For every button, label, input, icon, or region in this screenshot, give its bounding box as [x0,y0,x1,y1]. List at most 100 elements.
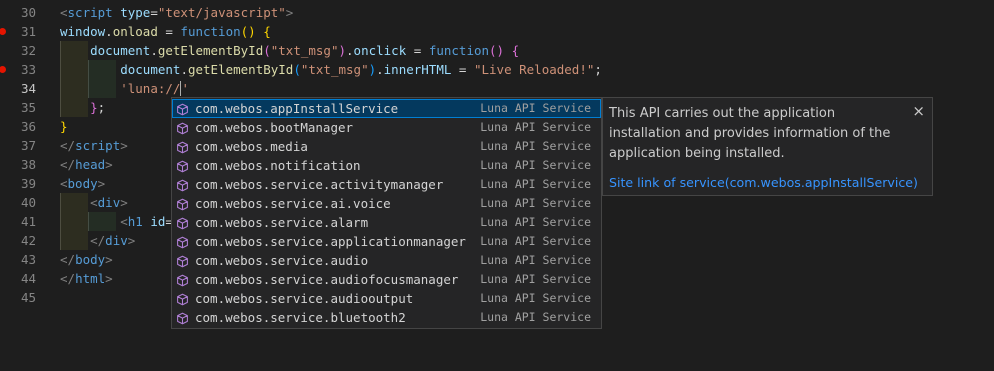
code-text: document.getElementById("txt_msg").inner… [60,60,602,79]
cube-icon [176,197,189,211]
code-token: > [105,271,113,286]
cube-icon [176,140,189,154]
code-line[interactable]: 30 <script type="text/javascript"> [0,3,994,22]
suggestion-detail: Luna API Service [480,120,591,134]
service-site-link[interactable]: Site link of service(com.webos.appInstal… [609,175,918,190]
code-token: > [120,195,128,210]
code-token: ; [594,62,602,77]
code-token: ) [368,62,377,77]
close-icon[interactable]: × [912,102,925,120]
cube-icon [176,216,189,230]
api-description: This API carries out the application ins… [609,106,891,161]
code-token: h1 [127,214,143,229]
code-token: </ [60,252,76,267]
suggestion-detail: Luna API Service [480,101,591,115]
code-text: window.onload = function() { [60,22,271,41]
suggestion-label: com.webos.service.activitymanager [195,177,444,192]
code-token: } [90,100,98,115]
code-text: </div> [60,231,135,250]
code-token: > [285,5,294,20]
code-token: . [150,43,158,58]
suggestion-details-panel: This API carries out the application ins… [602,97,933,196]
code-token: body [75,252,106,267]
code-line[interactable]: 32 document.getElementById("txt_msg").on… [0,41,994,60]
code-token: } [60,119,68,134]
suggestion-label: com.webos.appInstallService [195,101,399,116]
code-token: 'luna:// [120,81,181,96]
line-number: 39 [20,176,36,191]
suggestion-label: com.webos.service.audio [195,253,369,268]
suggestion-item[interactable]: com.webos.service.activitymanager Luna AP… [172,175,601,194]
suggestion-detail: Luna API Service [480,253,591,267]
line-number: 44 [20,271,36,286]
code-token: </ [60,157,76,172]
code-token: getElementById [187,62,294,77]
code-line[interactable]: 31 window.onload = function() { [0,22,994,41]
cube-icon [176,311,189,325]
code-token: . [180,62,188,77]
line-number: 43 [20,252,36,267]
code-text: </script> [60,136,128,155]
code-token: ( [293,62,301,77]
code-token: . [376,62,384,77]
code-token: > [97,176,106,191]
code-token: head [75,157,106,172]
suggestion-item[interactable]: com.webos.bootManager Luna API Service [172,118,601,137]
suggestion-item[interactable]: com.webos.service.audio Luna API Service [172,251,601,270]
line-number: 34 [20,81,36,96]
suggestion-label: com.webos.service.bluetooth2 [195,310,406,325]
suggestion-item[interactable]: com.webos.media Luna API Service [172,137,601,156]
suggestion-label: com.webos.notification [195,158,361,173]
code-token: < [120,214,128,229]
line-number: 36 [20,119,36,134]
code-token: "txt_msg" [270,43,339,58]
line-number: 41 [20,214,36,229]
code-token: ) [338,43,347,58]
code-token: "txt_msg" [300,62,369,77]
suggestion-item[interactable]: com.webos.service.applicationmanager Luna… [172,232,601,251]
code-text: 'luna://' [60,79,189,98]
code-line[interactable]: 33 document.getElementById("txt_msg").in… [0,60,994,79]
cube-icon [176,273,189,287]
suggestion-item[interactable]: com.webos.notification Luna API Service [172,156,601,175]
suggestion-detail: Luna API Service [480,291,591,305]
suggestion-item[interactable]: com.webos.service.bluetooth2 Luna API Ser… [172,308,601,327]
line-number: 45 [20,290,36,305]
code-token: script [67,5,113,20]
code-text: } [60,117,68,136]
suggestion-item[interactable]: com.webos.appInstallService Luna API Serv… [172,99,601,118]
code-token: ' [181,81,189,96]
line-number: 38 [20,157,36,172]
code-text: <div> [60,193,128,212]
code-token: = [157,24,181,39]
suggestion-detail: Luna API Service [480,177,591,191]
code-token: function [180,24,241,39]
code-token: . [105,24,113,39]
suggestion-label: com.webos.service.alarm [195,215,369,230]
code-token: > [127,233,136,248]
suggestion-item[interactable]: com.webos.service.alarm Luna API Service [172,213,601,232]
suggestion-detail: Luna API Service [480,215,591,229]
suggestion-item[interactable]: com.webos.service.audiooutput Luna API Se… [172,289,601,308]
suggestion-detail: Luna API Service [480,196,591,210]
suggestion-widget[interactable]: com.webos.appInstallService Luna API Serv… [171,97,602,329]
suggestion-item[interactable]: com.webos.service.audiofocusmanager Luna … [172,270,601,289]
suggestion-label: com.webos.service.audiofocusmanager [195,272,459,287]
code-line[interactable]: 34 'luna://' [0,79,994,98]
suggestion-label: com.webos.service.audiooutput [195,291,414,306]
line-number: 42 [20,233,36,248]
code-token: div [97,195,121,210]
code-token: html [75,271,106,286]
line-number: 35 [20,100,36,115]
code-token: window [60,24,106,39]
suggestion-detail: Luna API Service [480,272,591,286]
code-token: id [150,214,166,229]
suggestion-item[interactable]: com.webos.service.ai.voice Luna API Servi… [172,194,601,213]
suggestion-label: com.webos.service.ai.voice [195,196,391,211]
code-token: { [263,24,271,39]
code-token: </ [60,271,76,286]
